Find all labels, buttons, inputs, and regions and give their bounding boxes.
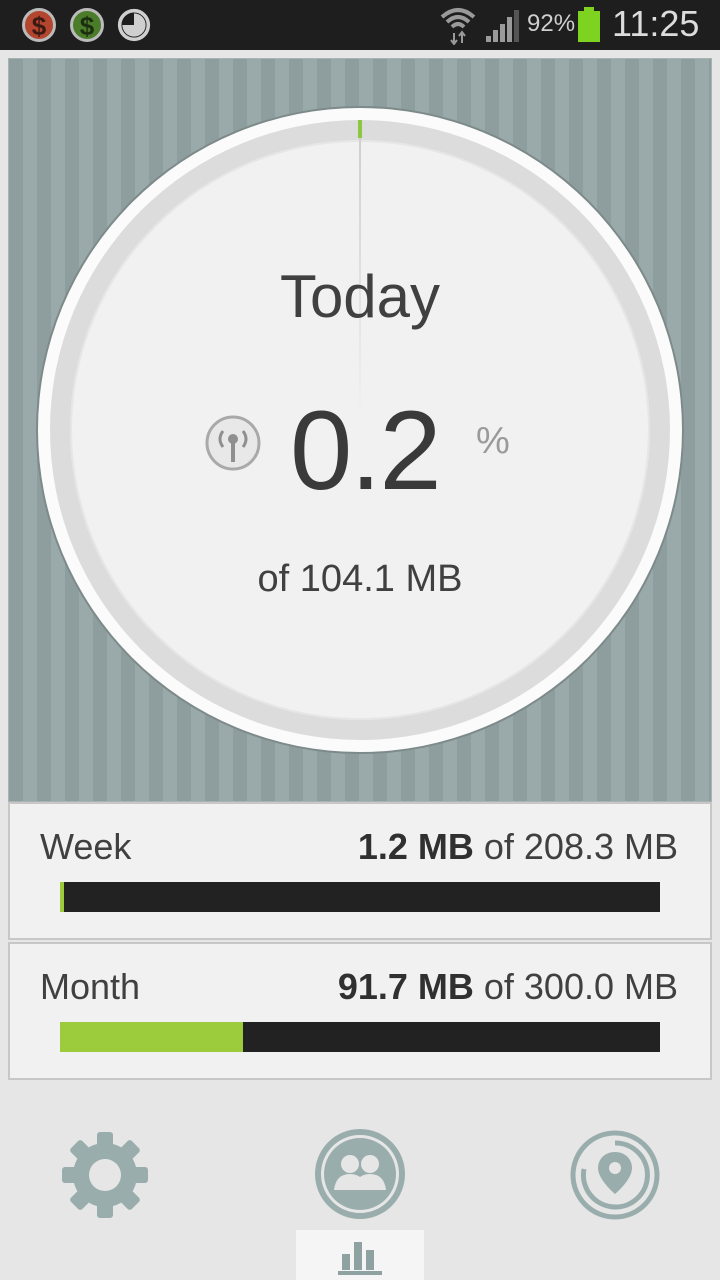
dollar-red-icon: $	[22, 8, 56, 42]
antenna-icon[interactable]	[204, 414, 262, 472]
week-limit: of 208.3 MB	[473, 826, 678, 867]
month-amount: 91.7 MB of 300.0 MB	[338, 966, 678, 1008]
clock-time: 11:25	[612, 3, 700, 44]
today-usage-percent: 0.2	[290, 388, 442, 513]
dial-progress-indicator	[358, 120, 362, 138]
people-icon[interactable]	[314, 1128, 406, 1220]
battery-icon	[578, 7, 600, 42]
stats-tab[interactable]	[296, 1230, 424, 1280]
month-usage-row[interactable]: Month 91.7 MB of 300.0 MB	[8, 942, 712, 1080]
week-progress-fill	[60, 882, 64, 912]
week-used: 1.2 MB	[357, 826, 474, 867]
battery-percent: 92%	[527, 10, 576, 37]
month-label: Month	[40, 966, 141, 1007]
month-limit: of 300.0 MB	[473, 966, 678, 1007]
week-label: Week	[40, 826, 132, 867]
location-icon[interactable]	[568, 1128, 662, 1222]
month-progress-bar	[60, 1022, 660, 1052]
signal-icon	[486, 10, 519, 42]
gauge-title: Today	[279, 263, 441, 330]
percent-sign: %	[476, 420, 510, 462]
month-used: 91.7 MB	[337, 966, 474, 1007]
month-progress-fill	[60, 1022, 244, 1052]
clock-icon	[117, 8, 151, 42]
dollar-green-icon: $	[70, 8, 104, 42]
week-progress-bar	[60, 882, 660, 912]
wifi-icon	[440, 8, 476, 45]
week-usage-row[interactable]: Week 1.2 MB of 208.3 MB	[8, 802, 712, 940]
status-bar: $ $ 92% 11:25	[0, 0, 720, 50]
settings-icon[interactable]	[58, 1128, 152, 1222]
stats-icon	[338, 1242, 382, 1275]
today-total: of 104.1 MB	[257, 558, 463, 600]
week-amount: 1.2 MB of 208.3 MB	[358, 826, 678, 868]
